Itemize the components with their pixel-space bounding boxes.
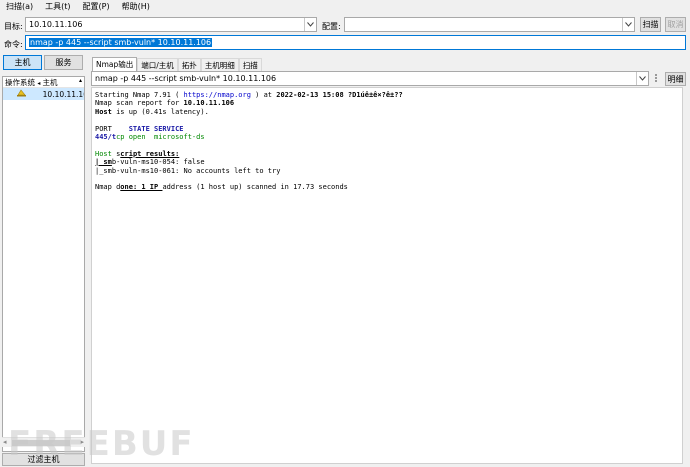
col-host-label: 主机 (42, 77, 58, 87)
command-value: nmap -p 445 --script smb-vuln* 10.10.11.… (29, 38, 213, 47)
details-button[interactable]: 明细 (665, 72, 686, 86)
target-input[interactable]: 10.10.11.106 (25, 17, 317, 32)
tab-topology[interactable]: 拓扑 (177, 58, 201, 71)
output-line: |_smb-vuln-ms10-061: No accounts left to… (95, 166, 281, 175)
col-host[interactable]: 主机 ▴ (41, 77, 84, 88)
output-line: Nmap done: 1 IP address (1 host up) scan… (95, 183, 348, 192)
result-tabs: Nmap输出 端口/主机 拓扑 主机明细 扫描 (92, 57, 262, 71)
tab-ports-hosts[interactable]: 端口/主机 (137, 58, 178, 71)
command-label-wrap: 命令: (4, 37, 23, 51)
services-button[interactable]: 服务 (44, 55, 83, 70)
nmap-output[interactable]: Starting Nmap 7.91 ( https://nmap.org ) … (91, 87, 683, 464)
host-list: 操作系统 ◂ 主机 ▴ 10.10.11.106 (2, 76, 85, 452)
scroll-left-icon[interactable]: ◂ (3, 438, 7, 446)
output-line: PORT STATE SERVICE (95, 124, 184, 133)
output-line: Starting Nmap 7.91 ( https://nmap.org ) … (95, 91, 403, 99)
chevron-down-icon (307, 22, 314, 27)
watermark-logo: FREEBUF (8, 424, 195, 464)
menu-scan[interactable]: 扫描(a) (0, 1, 39, 12)
output-scan-value: nmap -p 445 --script smb-vuln* 10.10.11.… (95, 74, 277, 83)
output-line: | smb-vuln-ms10-054: false (95, 158, 205, 167)
target-value: 10.10.11.106 (29, 20, 83, 29)
profile-select[interactable] (344, 17, 635, 32)
target-dropdown[interactable] (304, 18, 316, 31)
menu-profile[interactable]: 配置(P) (77, 1, 116, 12)
output-line: Host is up (0.41s latency). (95, 107, 209, 116)
nmap-link[interactable]: https://nmap.org (184, 91, 251, 99)
host-name: 10.10.11.106 (42, 89, 84, 99)
sort-up-icon: ▴ (78, 76, 82, 84)
output-scan-select[interactable]: nmap -p 445 --script smb-vuln* 10.10.11.… (91, 71, 649, 86)
output-line: Host script results: (95, 149, 180, 158)
os-icon-cell (3, 89, 41, 99)
tab-nmap-output[interactable]: Nmap输出 (92, 57, 138, 71)
profile-label-wrap: 配置: (322, 19, 341, 34)
hosts-button[interactable]: 主机 (3, 55, 42, 70)
tab-host-details[interactable]: 主机明细 (200, 58, 239, 71)
col-os-label: 操作系统 (5, 77, 35, 87)
target-label: 目标: (4, 22, 23, 31)
profile-label: 配置: (322, 22, 341, 31)
os-unknown-icon (17, 89, 26, 97)
host-row[interactable]: 10.10.11.106 (3, 88, 84, 100)
grip-icon (654, 73, 658, 84)
profile-dropdown[interactable] (622, 18, 634, 31)
tab-scans[interactable]: 扫描 (238, 58, 262, 71)
menu-bar: 扫描(a) 工具(t) 配置(P) 帮助(H) (0, 0, 690, 13)
output-scan-dropdown[interactable] (636, 72, 648, 85)
output-line: 445/tcp open microsoft-ds (95, 132, 205, 141)
cancel-button[interactable]: 取消 (665, 17, 686, 32)
col-os[interactable]: 操作系统 ◂ (3, 77, 41, 88)
output-line: Nmap scan report for 10.10.11.106 (95, 99, 235, 108)
host-list-header: 操作系统 ◂ 主机 ▴ (3, 77, 84, 88)
chevron-down-icon (639, 76, 646, 81)
menu-help[interactable]: 帮助(H) (116, 1, 156, 12)
menu-tools[interactable]: 工具(t) (39, 1, 76, 12)
command-label: 命令: (4, 39, 23, 49)
scan-button[interactable]: 扫描 (640, 17, 661, 32)
target-label-wrap: 目标: (4, 19, 23, 34)
command-input[interactable]: nmap -p 445 --script smb-vuln* 10.10.11.… (25, 35, 686, 50)
chevron-down-icon (625, 22, 632, 27)
